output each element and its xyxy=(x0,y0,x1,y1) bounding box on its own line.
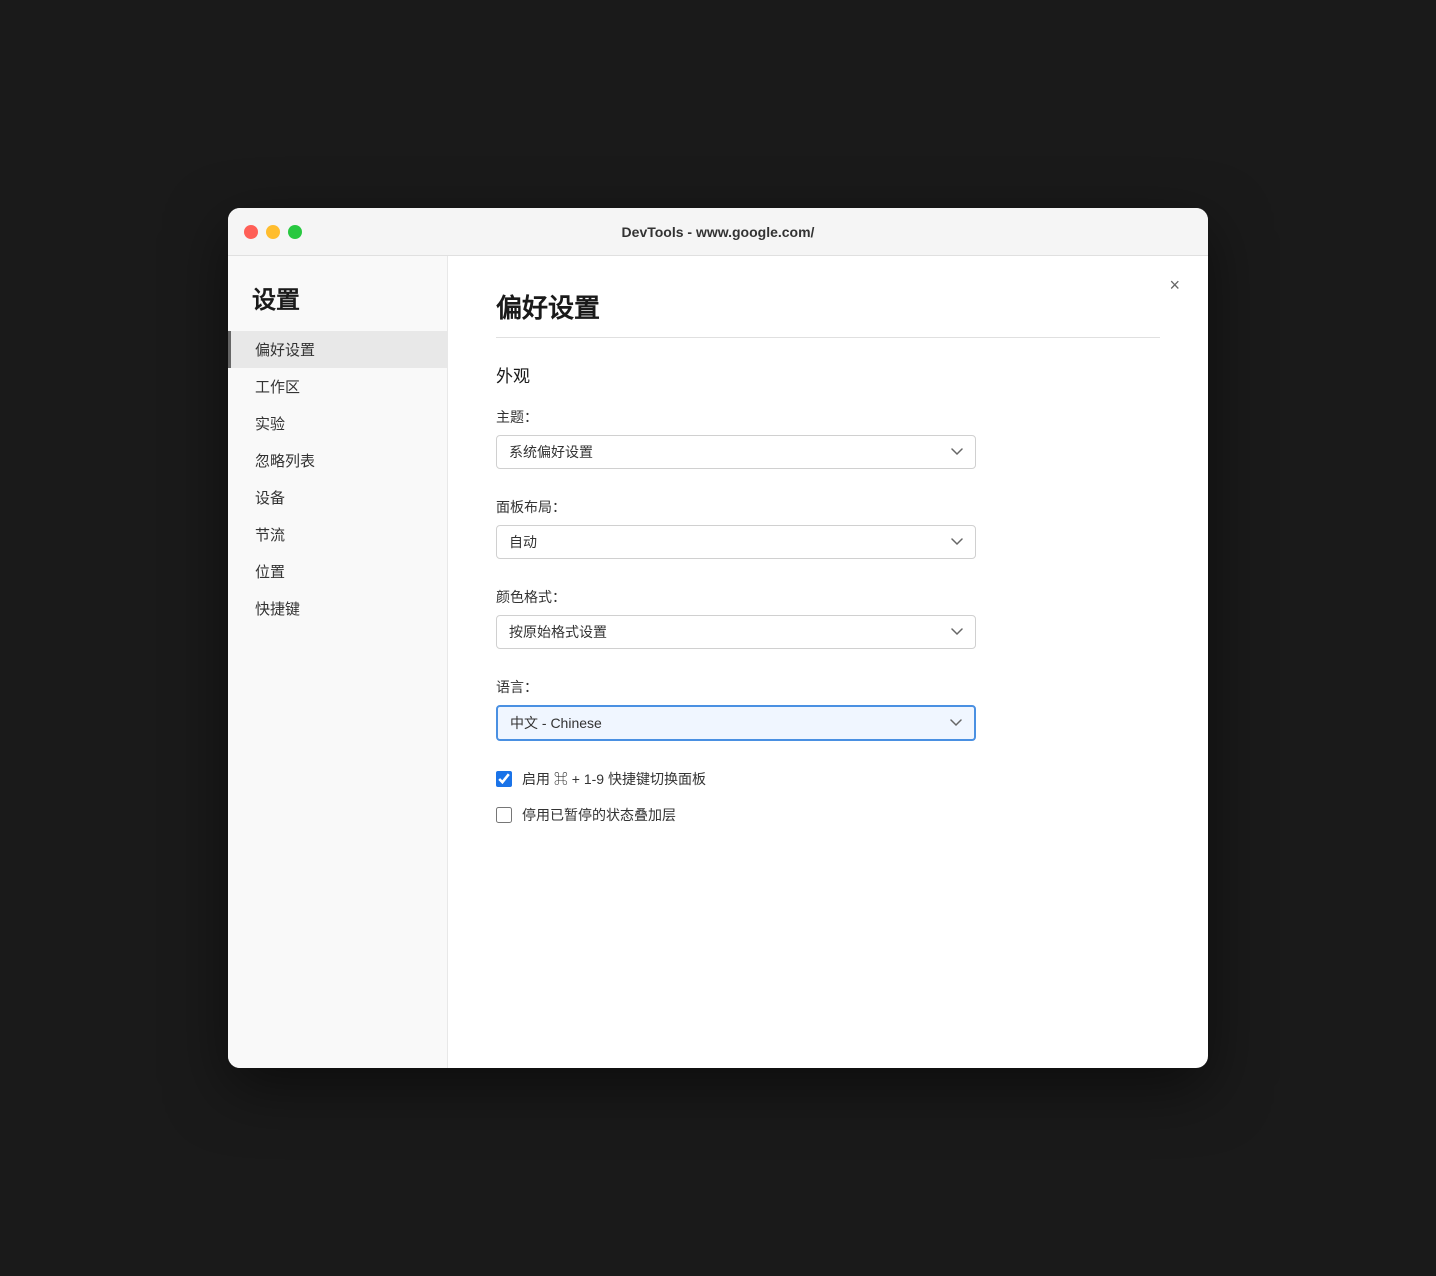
close-dialog-button[interactable]: × xyxy=(1161,272,1188,298)
cmd-shortcut-group: 启用 ⌘ + 1-9 快捷键切换面板 xyxy=(496,769,1160,789)
color-format-label: 颜色格式： xyxy=(496,587,1160,607)
title-divider xyxy=(496,337,1160,338)
sidebar-item-shortcuts[interactable]: 快捷键 xyxy=(228,590,447,627)
main-content: 设置 偏好设置 工作区 实验 忽略列表 设备 节流 位置 快捷键 × 偏好设置 … xyxy=(228,256,1208,1068)
window-title: DevTools - www.google.com/ xyxy=(622,224,815,240)
disable-overlay-label[interactable]: 停用已暂停的状态叠加层 xyxy=(522,805,676,825)
sidebar-item-experiments[interactable]: 实验 xyxy=(228,405,447,442)
sidebar-item-devices[interactable]: 设备 xyxy=(228,479,447,516)
appearance-section-title: 外观 xyxy=(496,362,1160,387)
sidebar-nav: 偏好设置 工作区 实验 忽略列表 设备 节流 位置 快捷键 xyxy=(228,331,447,627)
language-label: 语言： xyxy=(496,677,1160,697)
sidebar-title: 设置 xyxy=(228,280,447,331)
close-button[interactable] xyxy=(244,225,258,239)
cmd-shortcut-checkbox[interactable] xyxy=(496,771,512,787)
sidebar-item-ignore-list[interactable]: 忽略列表 xyxy=(228,442,447,479)
titlebar: DevTools - www.google.com/ xyxy=(228,208,1208,256)
color-format-group: 颜色格式： 按原始格式设置 HEX RGB HSL xyxy=(496,587,1160,649)
cmd-shortcut-label[interactable]: 启用 ⌘ + 1-9 快捷键切换面板 xyxy=(522,769,706,789)
page-title: 偏好设置 xyxy=(496,288,1160,325)
devtools-window: DevTools - www.google.com/ 设置 偏好设置 工作区 实… xyxy=(228,208,1208,1068)
panel-layout-group: 面板布局： 自动 水平 垂直 xyxy=(496,497,1160,559)
theme-group: 主题： 系统偏好设置 浅色 深色 xyxy=(496,407,1160,469)
panel-layout-label: 面板布局： xyxy=(496,497,1160,517)
sidebar-item-workspace[interactable]: 工作区 xyxy=(228,368,447,405)
disable-overlay-checkbox[interactable] xyxy=(496,807,512,823)
theme-select[interactable]: 系统偏好设置 浅色 深色 xyxy=(496,435,976,469)
appearance-section: 外观 主题： 系统偏好设置 浅色 深色 面板布局： 自动 水平 xyxy=(496,362,1160,825)
color-format-select[interactable]: 按原始格式设置 HEX RGB HSL xyxy=(496,615,976,649)
theme-label: 主题： xyxy=(496,407,1160,427)
content-area: × 偏好设置 外观 主题： 系统偏好设置 浅色 深色 面板布局： xyxy=(448,256,1208,1068)
language-group: 语言： 中文 - Chinese English 日本語 한국어 xyxy=(496,677,1160,741)
panel-layout-select[interactable]: 自动 水平 垂直 xyxy=(496,525,976,559)
sidebar-item-throttling[interactable]: 节流 xyxy=(228,516,447,553)
language-select[interactable]: 中文 - Chinese English 日本語 한국어 xyxy=(496,705,976,741)
disable-overlay-group: 停用已暂停的状态叠加层 xyxy=(496,805,1160,825)
sidebar-item-preferences[interactable]: 偏好设置 xyxy=(228,331,447,368)
minimize-button[interactable] xyxy=(266,225,280,239)
maximize-button[interactable] xyxy=(288,225,302,239)
sidebar-item-locations[interactable]: 位置 xyxy=(228,553,447,590)
sidebar: 设置 偏好设置 工作区 实验 忽略列表 设备 节流 位置 快捷键 xyxy=(228,256,448,1068)
traffic-lights xyxy=(244,225,302,239)
